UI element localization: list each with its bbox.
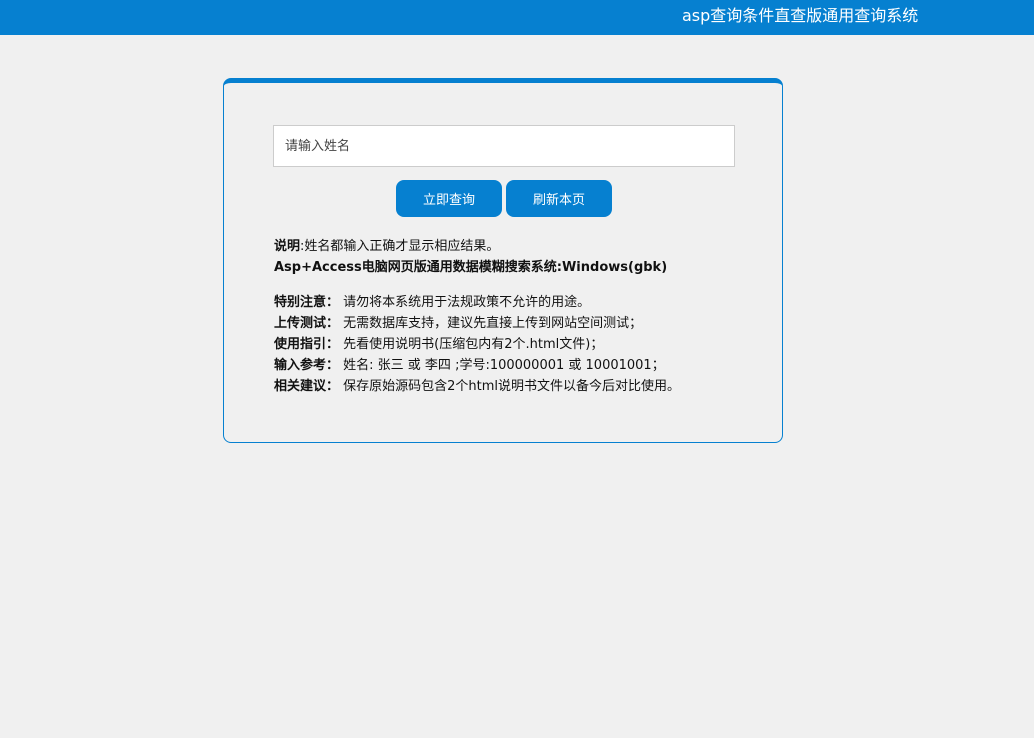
instructions-section: 说明:姓名都输入正确才显示相应结果。 Asp+Access电脑网页版通用数据模糊…: [274, 236, 774, 397]
app-title: asp查询条件直查版通用查询系统: [682, 6, 919, 25]
top-header-bar: asp查询条件直查版通用查询系统: [0, 0, 1034, 35]
note-text: 姓名: 张三 或 李四 ;学号:100000001 或 10001001；: [343, 358, 665, 373]
description-line: 说明:姓名都输入正确才显示相应结果。: [274, 236, 774, 257]
description-text: :姓名都输入正确才显示相应结果。: [300, 239, 500, 254]
note-item: 使用指引： 先看使用说明书(压缩包内有2个.html文件)；: [274, 334, 774, 355]
name-search-input[interactable]: [273, 125, 735, 167]
note-text: 无需数据库支持，建议先直接上传到网站空间测试；: [343, 316, 643, 331]
note-item: 上传测试： 无需数据库支持，建议先直接上传到网站空间测试；: [274, 313, 774, 334]
note-label: 特别注意：: [274, 295, 340, 310]
note-label: 输入参考：: [274, 358, 340, 373]
note-text: 先看使用说明书(压缩包内有2个.html文件)；: [343, 337, 604, 352]
note-text: 保存原始源码包含2个html说明书文件以备今后对比使用。: [343, 379, 681, 394]
system-subtitle: Asp+Access电脑网页版通用数据模糊搜索系统:Windows(gbk): [274, 260, 668, 275]
query-button[interactable]: 立即查询: [396, 180, 502, 217]
description-label: 说明: [274, 239, 301, 254]
query-panel: 立即查询 刷新本页 说明:姓名都输入正确才显示相应结果。 Asp+Access电…: [223, 78, 783, 443]
note-item: 输入参考： 姓名: 张三 或 李四 ;学号:100000001 或 100010…: [274, 355, 774, 376]
refresh-button[interactable]: 刷新本页: [506, 180, 612, 217]
note-item: 特别注意： 请勿将本系统用于法规政策不允许的用途。: [274, 292, 774, 313]
note-item: 相关建议： 保存原始源码包含2个html说明书文件以备今后对比使用。: [274, 376, 774, 397]
note-label: 相关建议：: [274, 379, 340, 394]
note-label: 上传测试：: [274, 316, 340, 331]
note-text: 请勿将本系统用于法规政策不允许的用途。: [343, 295, 591, 310]
note-label: 使用指引：: [274, 337, 340, 352]
